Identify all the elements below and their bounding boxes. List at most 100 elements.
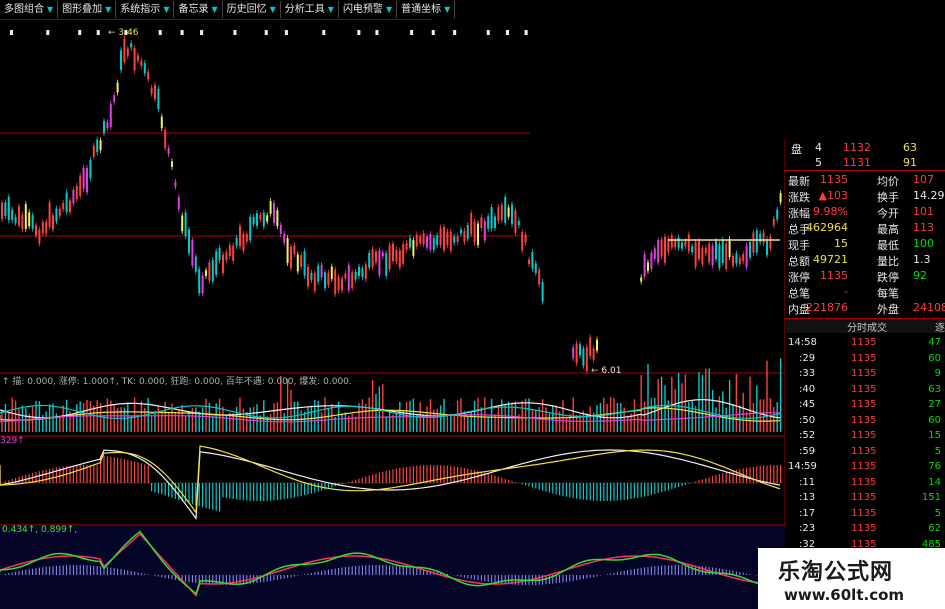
candle-body [235,237,238,246]
candle-body [361,268,364,278]
tick-time: :52 [799,430,816,441]
candle-body [657,240,660,263]
signal-marker [486,30,490,35]
candle-body [327,272,330,286]
candle-body [41,222,44,234]
stat-key: 每笔 [877,287,899,300]
stat-key: 涨跌 [788,191,810,204]
candle-body [443,226,445,250]
candle-body [123,38,126,62]
candle-body [62,203,65,210]
candle-body [228,245,231,257]
candle-body [259,214,262,220]
toolbar-item-2[interactable]: 系统指示 ▼ [116,1,175,18]
tick-price: 1135 [851,507,877,519]
candle-body [205,270,207,276]
candle-body [466,224,469,239]
candle-body [725,243,728,269]
toolbar-item-label: 分析工具 [284,4,325,15]
tick-time: :29 [799,352,816,364]
candle-body [222,254,224,274]
signal-marker [410,30,414,35]
stat-key: 现手 [788,239,810,252]
orderbook-price: 1132 [843,141,871,154]
candle-body [191,240,194,266]
signal-marker [158,30,162,35]
candle-body [585,347,588,371]
candle-body [742,254,745,262]
candle-body [432,238,435,250]
toolbar-item-4[interactable]: 历史回忆 ▼ [223,1,281,18]
candle-body [344,273,347,279]
toolbar-item-7[interactable]: 普通坐标 ▼ [397,1,456,18]
signal-marker [524,30,528,35]
toolbar-item-0[interactable]: 多图组合 ▼ [0,1,59,18]
dropdown-arrow-icon: ▼ [327,5,334,14]
candle-body [171,161,173,167]
candle-body [395,249,398,262]
candle-body [160,116,163,129]
toolbar-item-1[interactable]: 图形叠加 ▼ [58,1,117,18]
dropdown-arrow-icon: ▼ [47,5,54,14]
toolbar-item-label: 多图组合 [4,4,44,15]
candle-body [296,254,299,272]
candle-body [300,254,303,267]
candle-body [511,204,513,225]
kline-chart-area[interactable] [0,0,785,609]
candle-body [188,229,190,254]
candle-body [164,130,167,149]
candle-body [215,251,218,275]
candle-body [273,202,275,223]
candle-body [293,245,296,255]
tick-row: :52 1135 15 [785,429,945,445]
tick-volume: 5 [934,507,941,519]
tick-row: 14:59 1135 76 [785,460,945,476]
candle-body [120,50,122,70]
candle-body [415,234,418,247]
quote-stat-row: 涨停 1135 跌停 92 [785,268,945,285]
toolbar-item-5[interactable]: 分析工具 ▼ [281,1,339,18]
candle-body [79,175,82,197]
watermark-title: 乐淘公式网 [778,560,894,585]
stat-value: 107 [913,173,934,186]
candle-body [752,232,755,253]
tick-volume: 62 [928,523,941,534]
signal-marker [284,30,288,35]
candle-body [572,347,575,359]
candle-body [130,43,133,48]
tick-row: :29 1135 60 [785,352,945,368]
candle-body [99,140,102,151]
candle-body [354,272,357,280]
stat-key: 最新 [788,175,810,188]
candle-body [528,259,530,264]
toolbar-item-3[interactable]: 备忘录 ▼ [174,1,223,18]
candle-body [392,243,394,262]
candle-body [116,82,119,93]
tick-time: :45 [799,399,816,410]
stat-value: 15 [834,237,848,250]
candle-body [596,339,598,351]
candlestick-series [1,35,782,374]
candle-body [405,243,408,250]
toolbar-item-6[interactable]: 闪电预警 ▼ [339,1,398,18]
candle-body [137,55,139,61]
candle-body [592,348,595,360]
candle-body [358,266,360,276]
stat-value: 14.29% [913,189,945,202]
candle-body [715,240,717,260]
candle-body [701,248,704,264]
tick-row: :33 1135 9 [785,367,945,383]
toolbar-item-label: 系统指示 [120,4,161,15]
stat-value: 92 [913,269,927,282]
site-watermark: 乐淘公式网 www.60lt.com [758,548,945,609]
stat-key: 总额 [788,255,810,268]
candle-body [256,213,258,226]
candle-body [269,201,272,214]
orderbook-level: 5 [815,156,822,169]
candle-body [439,227,442,246]
candle-body [198,269,201,294]
candle-body [698,240,700,259]
candle-body [55,208,58,222]
candle-body [347,264,350,291]
tick-volume: 63 [928,383,941,395]
